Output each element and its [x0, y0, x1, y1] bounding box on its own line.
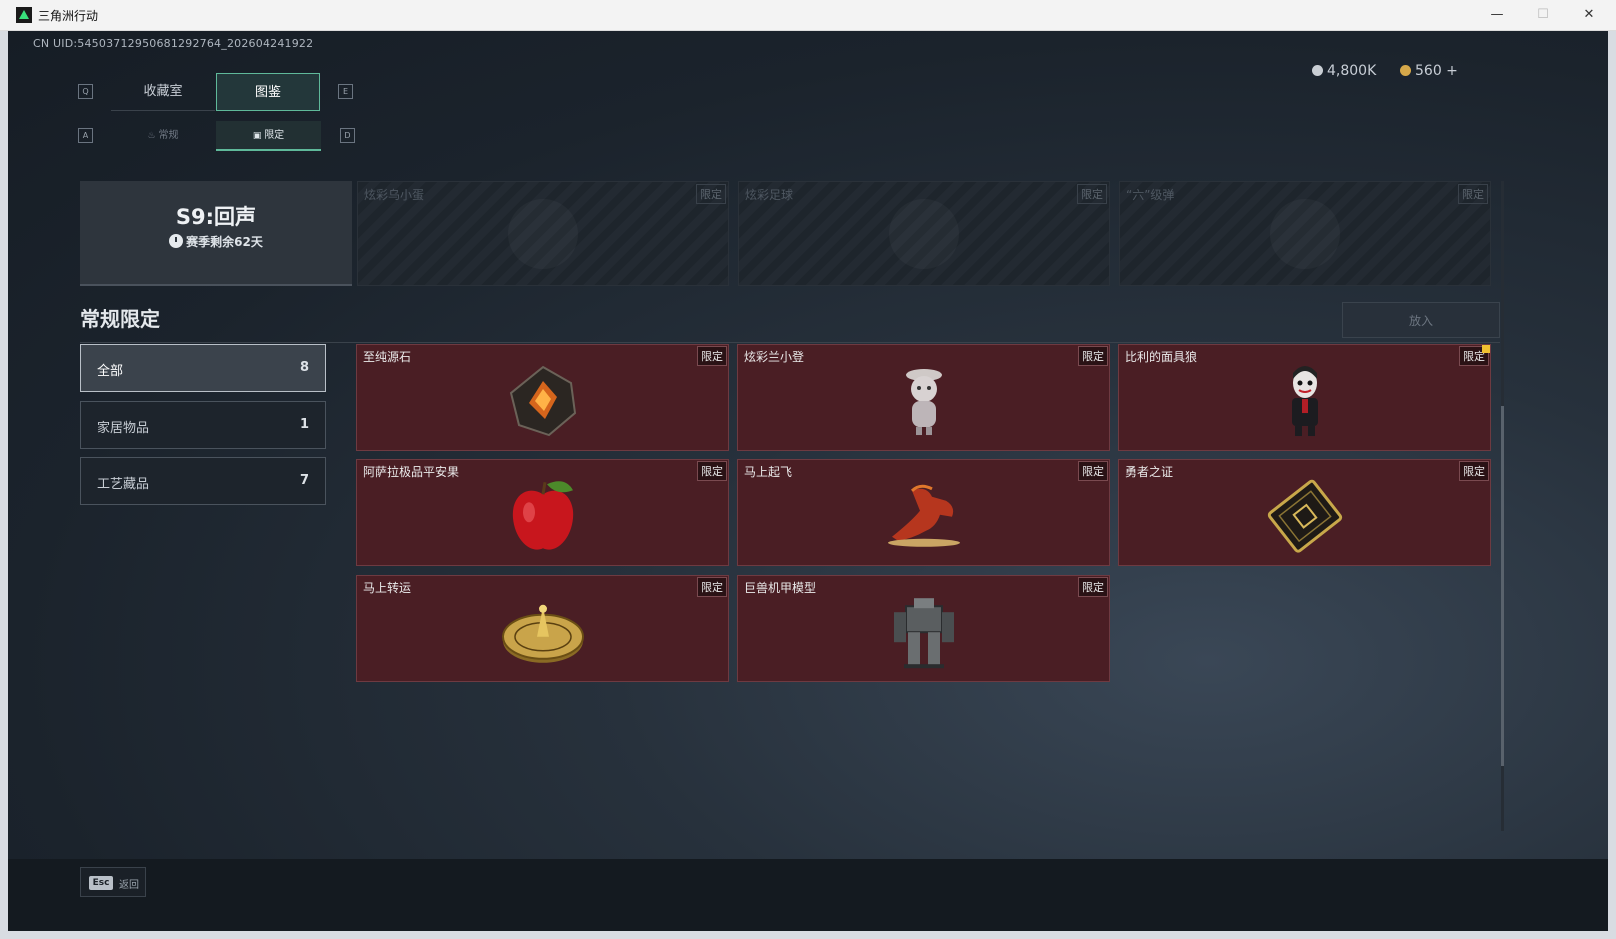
key-a-hint: A	[78, 128, 93, 143]
silver-amount: 4,800K	[1327, 63, 1377, 79]
key-d-hint: D	[340, 128, 355, 143]
golden-wheel-icon	[501, 604, 584, 663]
collection-item[interactable]: 比利的面具狼 限定	[1118, 344, 1491, 451]
locked-card-name: 炫彩足球	[745, 188, 794, 202]
category-crafts[interactable]: 工艺藏品 7	[80, 457, 326, 505]
collection-item[interactable]: 阿萨拉极品平安果 限定	[356, 459, 729, 566]
key-e-hint: E	[338, 84, 353, 99]
section-divider	[80, 342, 1500, 343]
tab-codex[interactable]: 图鉴	[216, 73, 320, 111]
item-name: 巨兽机甲模型	[744, 581, 817, 595]
item-name: 比利的面具狼	[1125, 350, 1198, 364]
collection-item[interactable]: 巨兽机甲模型 限定	[737, 575, 1110, 682]
bottom-bar	[8, 859, 1608, 931]
silver-currency: 4,800K	[1312, 63, 1376, 79]
category-label: 家居物品	[97, 421, 150, 436]
flying-horse-icon	[887, 484, 960, 547]
key-q-hint: Q	[78, 84, 93, 99]
category-count: 1	[299, 417, 309, 432]
limited-badge: 限定	[1459, 461, 1489, 481]
limited-badge: 限定	[697, 461, 727, 481]
subtab-regular[interactable]: ♨ 常规	[111, 121, 215, 151]
mech-model-icon	[893, 597, 954, 668]
limited-badge: 限定	[697, 577, 727, 597]
limited-badge: 限定	[1078, 346, 1108, 366]
esc-key-icon: Esc	[89, 876, 113, 890]
close-button[interactable]: ✕	[1566, 0, 1612, 30]
uid-label: CN UID:5450371295068129276​4_20260424192…	[33, 37, 314, 50]
limited-badge: 限定	[1077, 184, 1107, 204]
item-name: 阿萨拉极品平安果	[363, 465, 460, 479]
category-label: 工艺藏品	[97, 477, 150, 492]
new-indicator-icon	[1482, 345, 1490, 353]
item-name: 马上起飞	[744, 465, 793, 479]
category-home-items[interactable]: 家居物品 1	[80, 401, 326, 449]
category-all[interactable]: 全部 8	[80, 344, 326, 392]
item-name: 至纯源石	[363, 350, 412, 364]
silver-coin-icon	[1312, 65, 1323, 76]
apple-icon	[512, 480, 573, 550]
item-name: 马上转运	[363, 581, 412, 595]
egg-silhouette-icon	[508, 199, 578, 269]
badge-card-icon	[1267, 479, 1342, 553]
subtab-regular-label: 常规	[158, 130, 179, 141]
category-count: 8	[299, 360, 309, 375]
app-logo-icon	[16, 7, 32, 23]
subtab-limited-label: 限定	[264, 130, 285, 141]
section-title: 常规限定	[80, 307, 160, 331]
maximize-button[interactable]: ☐	[1520, 0, 1566, 30]
limited-badge: 限定	[697, 346, 727, 366]
football-silhouette-icon	[889, 199, 959, 269]
back-label: 返回	[119, 880, 139, 891]
gold-amount: 560 +	[1415, 63, 1458, 79]
collection-item[interactable]: 至纯源石 限定	[356, 344, 729, 451]
tab-collection-room[interactable]: 收藏室	[111, 73, 215, 111]
locked-card-name: “六”级弹	[1126, 188, 1175, 202]
season-remaining-label: 赛季剩余62天	[186, 235, 263, 249]
minimize-button[interactable]: —	[1474, 0, 1520, 30]
scroll-thumb[interactable]	[1501, 406, 1504, 766]
season-card[interactable]: S9:回声 赛季剩余62天	[80, 181, 352, 286]
season-title: S9:回声	[175, 205, 257, 229]
locked-card[interactable]: 炫彩乌小蛋 限定	[357, 181, 729, 286]
bullet-silhouette-icon	[1270, 199, 1340, 269]
limited-badge: 限定	[1458, 184, 1488, 204]
limited-icon: ▣	[252, 131, 265, 141]
doll-figure-icon	[905, 368, 942, 435]
item-name: 勇者之证	[1125, 465, 1174, 479]
clock-icon	[169, 234, 184, 248]
window-title: 三角洲行动	[38, 9, 99, 23]
back-button[interactable]: Esc 返回	[80, 867, 146, 897]
subtab-limited[interactable]: ▣ 限定	[216, 121, 321, 151]
item-name: 炫彩兰小登	[744, 350, 805, 364]
puppet-figure-icon	[1291, 365, 1318, 436]
crystal-stone-icon	[509, 365, 576, 436]
window-titlebar: 三角洲行动 — ☐ ✕	[0, 0, 1616, 31]
collection-item[interactable]: 炫彩兰小登 限定	[737, 344, 1110, 451]
season-remaining: 赛季剩余62天	[80, 233, 352, 250]
category-count: 7	[299, 473, 309, 488]
collection-item[interactable]: 马上起飞 限定	[737, 459, 1110, 566]
limited-badge: 限定	[1078, 461, 1108, 481]
limited-badge: 限定	[1078, 577, 1108, 597]
locked-card[interactable]: “六”级弹 限定	[1119, 181, 1491, 286]
limited-badge: 限定	[696, 184, 726, 204]
game-viewport: CN UID:5450371295068129276​4_20260424192…	[8, 31, 1608, 931]
gold-coin-icon	[1400, 65, 1411, 76]
collection-item[interactable]: 勇者之证 限定	[1118, 459, 1491, 566]
flame-icon: ♨	[147, 131, 159, 141]
collection-item[interactable]: 马上转运 限定	[356, 575, 729, 682]
gold-currency[interactable]: 560 +	[1400, 63, 1458, 79]
locked-card-name: 炫彩乌小蛋	[364, 188, 425, 202]
locked-card[interactable]: 炫彩足球 限定	[738, 181, 1110, 286]
category-label: 全部	[97, 364, 124, 379]
put-in-button[interactable]: 放入	[1342, 302, 1500, 338]
